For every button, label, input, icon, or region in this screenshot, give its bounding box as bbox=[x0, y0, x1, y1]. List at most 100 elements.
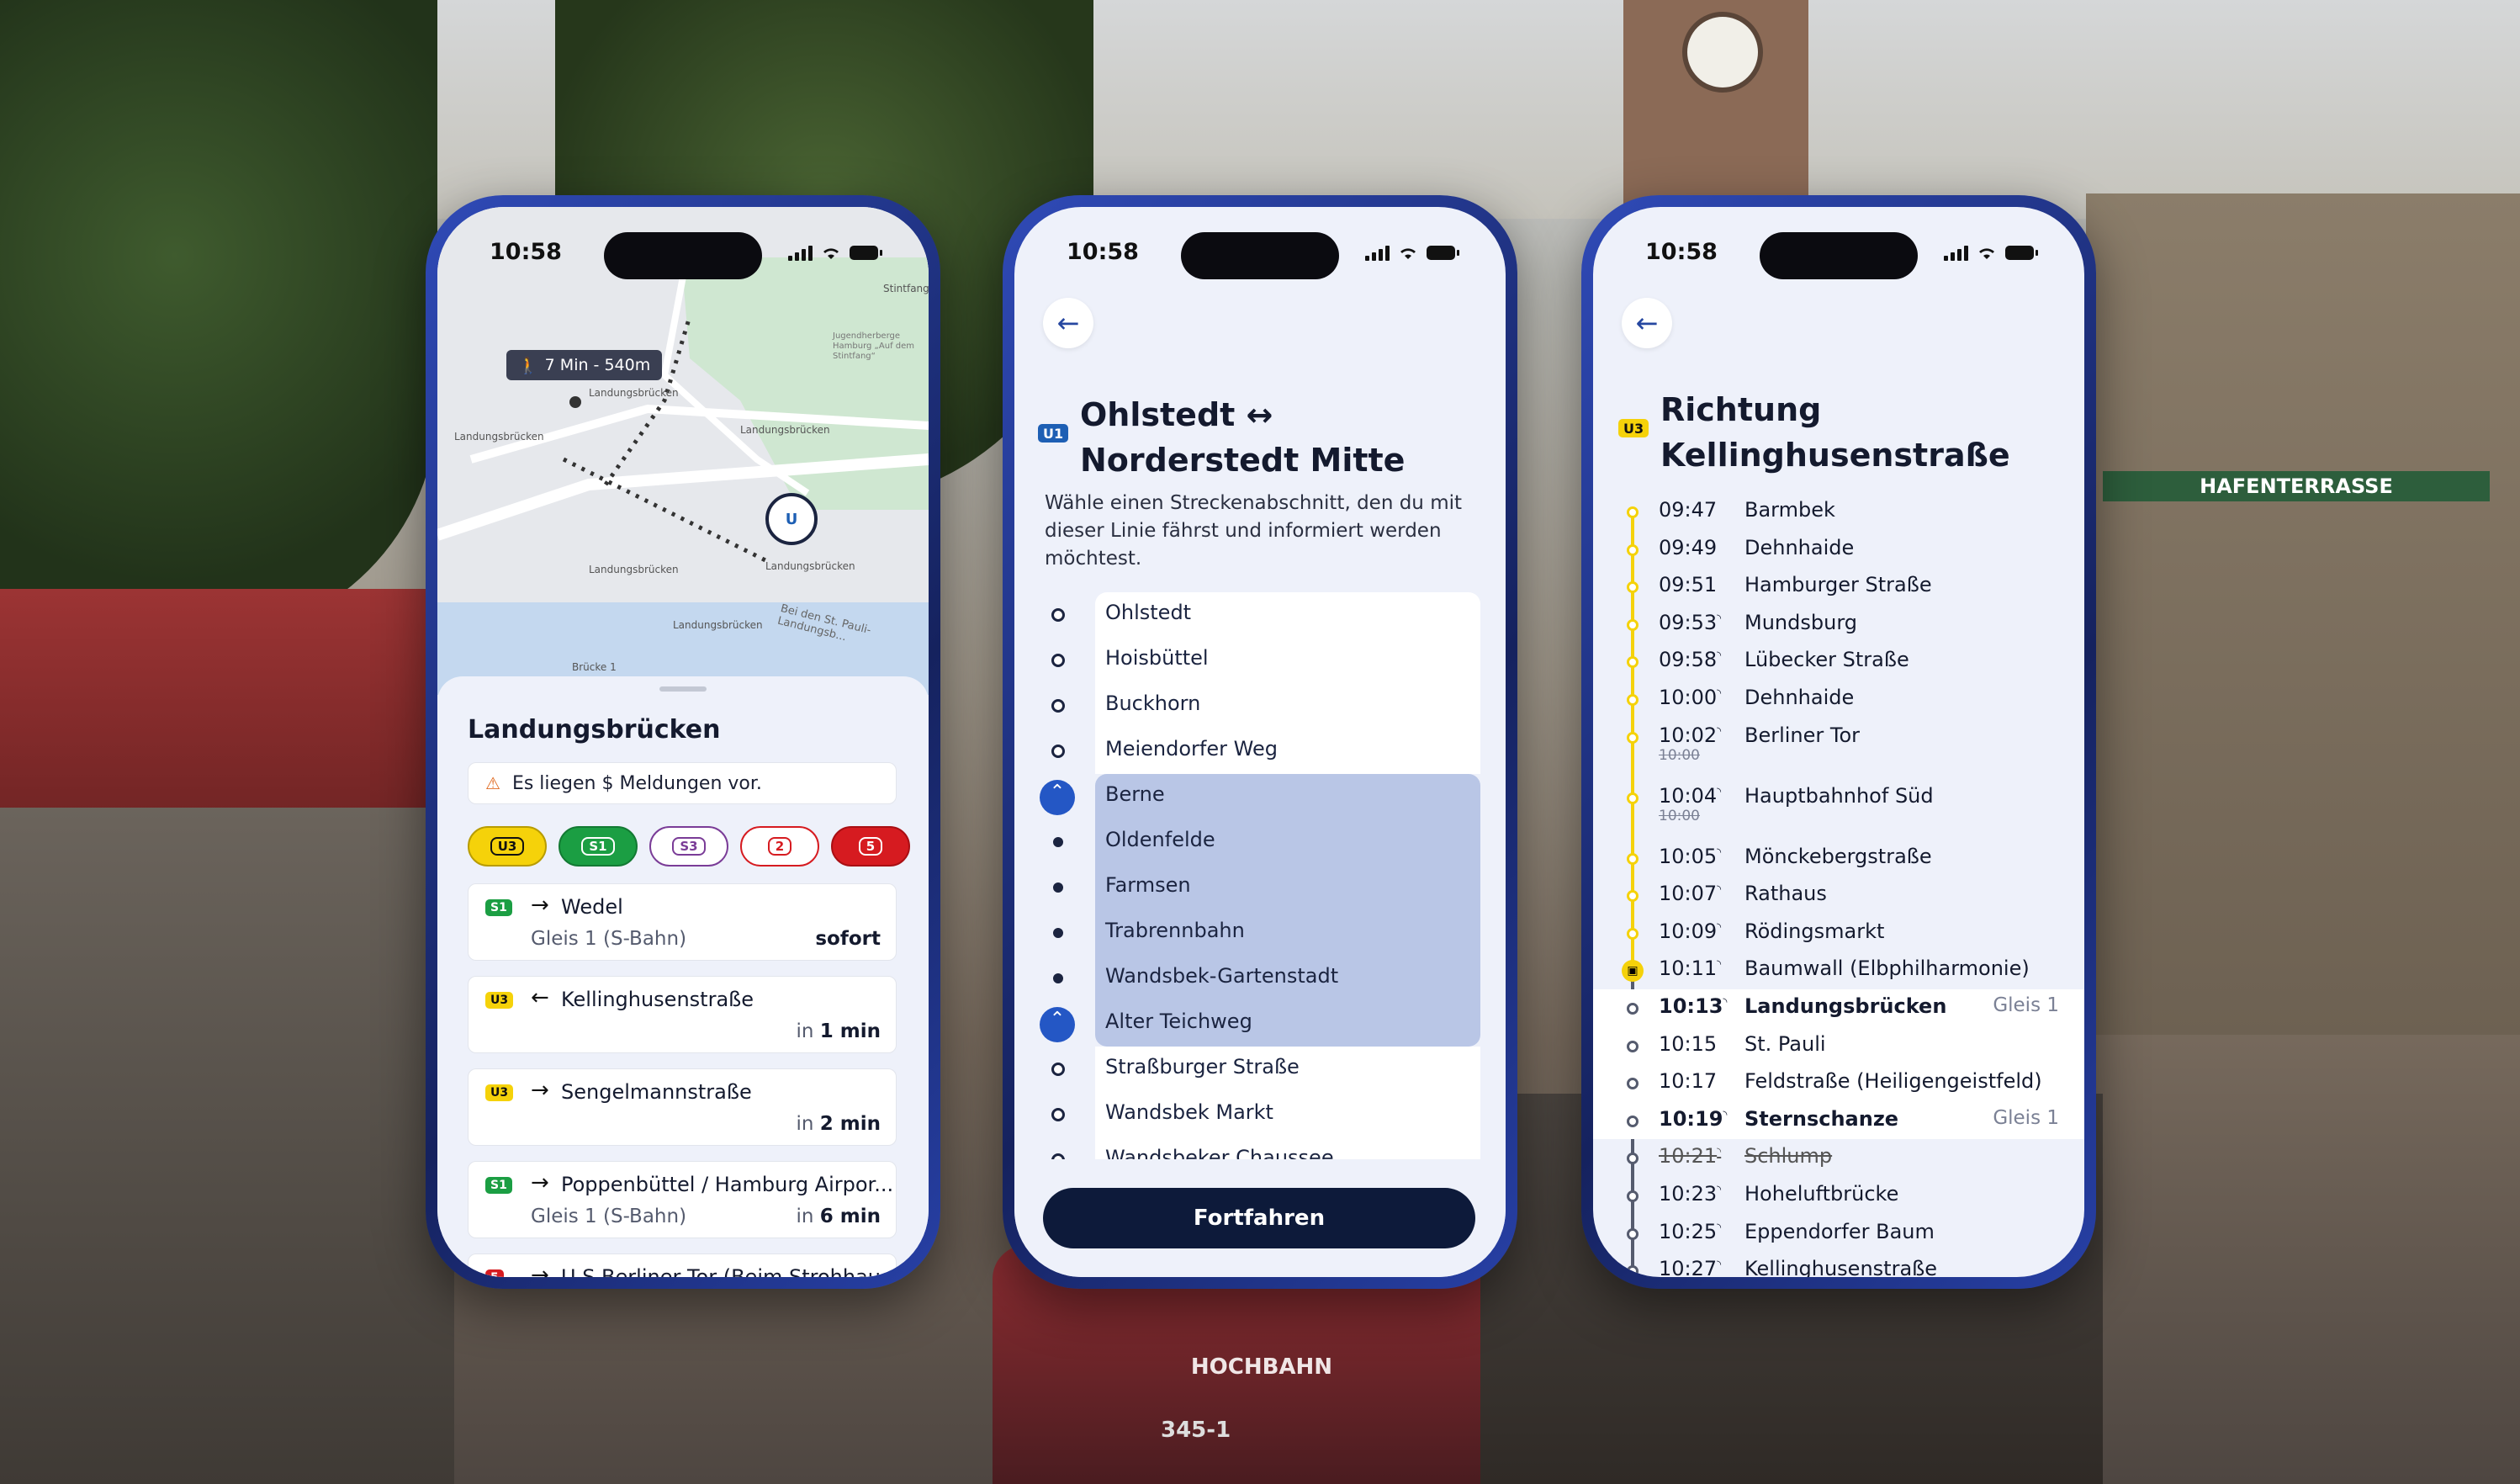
time: 10:23◝ bbox=[1659, 1182, 1721, 1206]
time: 10:09◝ bbox=[1659, 920, 1721, 943]
stop-row[interactable]: Alter Teichweg bbox=[1014, 1001, 1506, 1047]
stop-name: Oldenfelde bbox=[1105, 828, 1215, 851]
map-label: Landungsbrücken bbox=[454, 431, 544, 443]
stop-row[interactable]: Buckhorn bbox=[1014, 683, 1506, 729]
stop-name: Hamburger Straße bbox=[1744, 573, 1932, 597]
time-value: 10:07 bbox=[1659, 882, 1718, 906]
wifi-icon bbox=[1979, 248, 1994, 259]
map-label: Landungsbrücken bbox=[589, 564, 679, 575]
sheet-handle[interactable] bbox=[659, 686, 707, 692]
departure-row[interactable]: U3 → Sengelmannstraße in 2 min bbox=[468, 1068, 897, 1146]
arrow-left-icon: ← bbox=[1635, 307, 1659, 339]
back-button[interactable]: ← bbox=[1043, 298, 1093, 348]
time-prefix: in bbox=[796, 1113, 820, 1135]
stop-dot-icon bbox=[1051, 1108, 1065, 1121]
line-badge: U1 bbox=[1038, 424, 1069, 443]
stop-time-row[interactable]: 10:27◝ Kellinghusenstraße bbox=[1593, 1252, 2084, 1277]
platform: Gleis 1 (S-Bahn) bbox=[531, 928, 687, 950]
stop-node-icon bbox=[1627, 890, 1639, 903]
stop-dot-icon bbox=[1053, 837, 1063, 847]
stop-time-row[interactable]: 10:09◝ Rödingsmarkt bbox=[1593, 914, 2084, 952]
chip-u3[interactable]: U3 bbox=[468, 826, 547, 867]
stop-row[interactable]: Straßburger Straße bbox=[1014, 1047, 1506, 1092]
realtime-icon: ◝ bbox=[1717, 785, 1722, 798]
phone-line-section-picker: 10:58 ← U1 Ohlstedt ↔ Norderstedt Mitte … bbox=[1003, 195, 1517, 1289]
stop-row[interactable]: Wandsbek Markt bbox=[1014, 1092, 1506, 1137]
stop-node-icon bbox=[1627, 927, 1639, 940]
station-pin-icon[interactable]: U bbox=[765, 493, 818, 545]
map[interactable]: 🚶 7 Min - 540m U Landungsbrücken Landungs… bbox=[437, 207, 929, 695]
chip-s1[interactable]: S1 bbox=[559, 826, 638, 867]
stop-row[interactable]: Farmsen bbox=[1014, 865, 1506, 910]
chip-bus-5[interactable]: 5 bbox=[831, 826, 910, 867]
departure-row[interactable]: 5 → U S Berliner Tor (Beim Strohhau... bbox=[468, 1253, 900, 1277]
stop-row[interactable]: Trabrennbahn bbox=[1014, 910, 1506, 956]
stop-name: Eppendorfer Baum bbox=[1744, 1219, 1935, 1243]
stop-time-row[interactable]: 10:13◝ Landungsbrücken Gleis 1 bbox=[1593, 989, 2084, 1027]
map-label: Landungsbrücken bbox=[765, 560, 855, 572]
map-poi-label: Jugendherberge Hamburg „Auf dem Stintfan… bbox=[833, 331, 915, 361]
time-value: 10:05 bbox=[1659, 844, 1718, 868]
alert-banner[interactable]: ⚠ Es liegen $ Meldungen vor. bbox=[468, 762, 897, 804]
stop-row[interactable]: Oldenfelde bbox=[1014, 819, 1506, 865]
bottom-sheet[interactable]: Landungsbrücken ⚠ Es liegen $ Meldungen … bbox=[437, 676, 929, 1277]
stop-row[interactable]: Ohlstedt bbox=[1014, 592, 1506, 638]
stop-time-row[interactable]: 10:05◝ Mönckebergstraße bbox=[1593, 840, 2084, 877]
time: 09:51 bbox=[1659, 573, 1717, 596]
map-label: Landungsbrücken bbox=[589, 387, 679, 399]
departure-time: in 2 min bbox=[796, 1113, 881, 1135]
continue-button[interactable]: Fortfahren bbox=[1043, 1188, 1475, 1248]
stop-time-row[interactable]: 10:15 St. Pauli bbox=[1593, 1026, 2084, 1065]
stop-name: Sternschanze bbox=[1744, 1106, 1899, 1131]
stop-time-row[interactable]: 09:58◝ Lübecker Straße bbox=[1593, 643, 2084, 681]
back-button[interactable]: ← bbox=[1622, 298, 1672, 348]
stop-time-row[interactable]: 09:51 Hamburger Straße bbox=[1593, 568, 2084, 606]
stop-node-icon bbox=[1627, 1190, 1639, 1202]
departure-row[interactable]: S1 → Wedel Gleis 1 (S-Bahn) sofort bbox=[468, 883, 897, 961]
stop-name: Trabrennbahn bbox=[1105, 919, 1245, 942]
stop-name: Hauptbahnhof Süd bbox=[1744, 783, 1934, 808]
departure-row[interactable]: S1 → Poppenbüttel / Hamburg Airpor... Gleis… bbox=[468, 1161, 897, 1238]
chip-bus-2[interactable]: 2 bbox=[740, 826, 819, 867]
stop-name: Hoheluftbrücke bbox=[1744, 1182, 1899, 1206]
title-line-1: Ohlstedt ↔ bbox=[1080, 396, 1273, 433]
destination: Sengelmannstraße bbox=[561, 1080, 752, 1104]
time-value: 10:27 bbox=[1659, 1257, 1718, 1277]
stop-time-row[interactable]: 10:25◝ Eppendorfer Baum bbox=[1593, 1215, 2084, 1253]
time-value: 10:19 bbox=[1659, 1106, 1723, 1131]
realtime-icon: ◝ bbox=[1717, 1184, 1722, 1196]
chip-s3[interactable]: S3 bbox=[649, 826, 728, 867]
stop-time-row[interactable]: 10:23◝ Hoheluftbrücke bbox=[1593, 1177, 2084, 1215]
phone-line-timetable: 10:58 ← U3 Richtung Kellinghusenstraße 0… bbox=[1581, 195, 2096, 1289]
hafenterrasse-sign: HAFENTERRASSE bbox=[2103, 471, 2490, 501]
line-filter-chips: U3 S1 S3 2 5 bbox=[468, 826, 910, 867]
stop-time-row[interactable]: 10:19◝ Sternschanze Gleis 1 bbox=[1593, 1101, 2084, 1140]
stop-row[interactable]: Hoisbüttel bbox=[1014, 638, 1506, 683]
stop-time-row[interactable]: 10:00◝ Dehnhaide bbox=[1593, 681, 2084, 718]
stop-time-row[interactable]: 09:53◝ Mundsburg bbox=[1593, 606, 2084, 644]
stop-name: St. Pauli bbox=[1744, 1031, 1826, 1056]
departure-row[interactable]: U3 ← Kellinghusenstraße in 1 min bbox=[468, 976, 897, 1053]
stop-time-row[interactable]: ▣ 10:11◝ Baumwall (Elbphilharmonie) bbox=[1593, 951, 2084, 989]
stop-name: Landungsbrücken bbox=[1744, 994, 1947, 1018]
destination: Kellinghusenstraße bbox=[561, 988, 754, 1011]
stop-time-row[interactable]: 09:47 Barmbek bbox=[1593, 493, 2084, 531]
stop-time-row[interactable]: 10:21◝ Schlump bbox=[1593, 1139, 2084, 1177]
stop-time-row[interactable]: 10:07◝ Rathaus bbox=[1593, 877, 2084, 914]
stop-name: Straßburger Straße bbox=[1105, 1055, 1300, 1079]
time-value: 09:53 bbox=[1659, 610, 1718, 634]
range-handle-icon[interactable] bbox=[1040, 780, 1075, 815]
stop-row[interactable]: Berne bbox=[1014, 774, 1506, 819]
stop-row[interactable]: Wandsbek-Gartenstadt bbox=[1014, 956, 1506, 1001]
phone-station-departures: 10:58 🚶 7 Min - 540m U Landungsbrücken L… bbox=[426, 195, 940, 1289]
platform: Gleis 1 (S-Bahn) bbox=[531, 1206, 687, 1227]
stop-node-icon bbox=[1627, 543, 1639, 556]
hamburg-photo-background: HAFENTERRASSE HOCHBAHN 345-1 10:58 🚶 7 M… bbox=[0, 0, 2520, 1484]
stop-time-row[interactable]: 10:17 Feldstraße (Heiligengeistfeld) bbox=[1593, 1064, 2084, 1102]
line-badge: 5 bbox=[485, 1269, 504, 1277]
stop-time-row[interactable]: 09:49 Dehnhaide bbox=[1593, 531, 2084, 569]
stop-row[interactable]: Meiendorfer Weg bbox=[1014, 729, 1506, 774]
stop-time-row[interactable]: 10:04◝ Hauptbahnhof Süd 10:00 bbox=[1593, 779, 2084, 840]
range-handle-icon[interactable] bbox=[1040, 1007, 1075, 1042]
stop-time-row[interactable]: 10:02◝ Berliner Tor 10:00 bbox=[1593, 718, 2084, 779]
